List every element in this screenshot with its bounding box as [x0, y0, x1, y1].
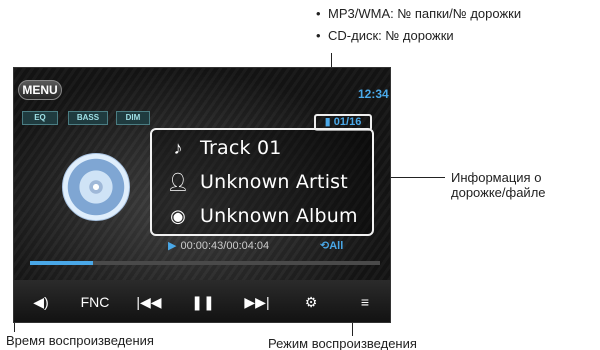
skip-previous-icon[interactable]: |◀◀: [134, 294, 164, 311]
menu-list-icon[interactable]: ≡: [350, 294, 380, 310]
menu-button[interactable]: MENU: [18, 80, 62, 100]
play-icon: ▶: [168, 240, 177, 252]
track-info-panel: ♪ Track 01 👤︎ Unknown Artist ◉ Unknown A…: [150, 128, 374, 236]
control-bar: ◀) FNC |◀◀ ❚❚ ▶▶| ⚙ ≡: [14, 280, 390, 322]
dim-indicator[interactable]: DIM: [116, 111, 150, 125]
person-icon: 👤︎: [166, 171, 190, 192]
player-screen: MENU EQ BASS DIM 12:34 AM ▮ 01/16 ♪ Trac…: [13, 67, 391, 323]
bass-indicator[interactable]: BASS: [68, 111, 108, 125]
playmode-label: Режим воспроизведения: [268, 336, 417, 350]
music-note-icon: ♪: [173, 137, 183, 158]
progress-fill: [30, 261, 93, 265]
folder-icon: ▮: [324, 116, 334, 128]
disc-small-icon: ◉: [170, 205, 186, 226]
album-row: ◉ Unknown Album: [166, 202, 358, 230]
artist-row: 👤︎ Unknown Artist: [166, 168, 348, 196]
progress-bar[interactable]: [30, 261, 380, 265]
track-number-notes: • MP3/WMA: № папки/№ дорожки • CD-диск: № …: [316, 3, 521, 47]
clock: 12:34 AM: [358, 87, 390, 101]
pause-icon[interactable]: ❚❚: [188, 294, 218, 311]
album-name: Unknown Album: [200, 205, 358, 227]
fnc-button[interactable]: FNC: [80, 294, 110, 310]
eq-indicator[interactable]: EQ: [22, 111, 58, 125]
gear-icon[interactable]: ⚙: [296, 294, 326, 311]
artist-name: Unknown Artist: [200, 171, 348, 193]
speaker-icon[interactable]: ◀): [26, 294, 56, 311]
track-row: ♪ Track 01: [166, 134, 282, 162]
playback-time: ▶ 00:00:43/00:04:04: [168, 240, 270, 252]
info-label: Информация о дорожке/файле: [451, 170, 546, 200]
playtime-label: Время воспроизведения: [6, 333, 154, 348]
skip-next-icon[interactable]: ▶▶|: [242, 294, 272, 311]
track-title: Track 01: [200, 137, 282, 159]
note-mp3: • MP3/WMA: № папки/№ дорожки: [316, 6, 522, 21]
repeat-icon: ⟲: [320, 240, 330, 252]
disc-icon: [62, 153, 130, 221]
note-cd: • CD-диск: № дорожки: [316, 28, 454, 43]
repeat-mode[interactable]: ⟲All: [320, 239, 343, 252]
